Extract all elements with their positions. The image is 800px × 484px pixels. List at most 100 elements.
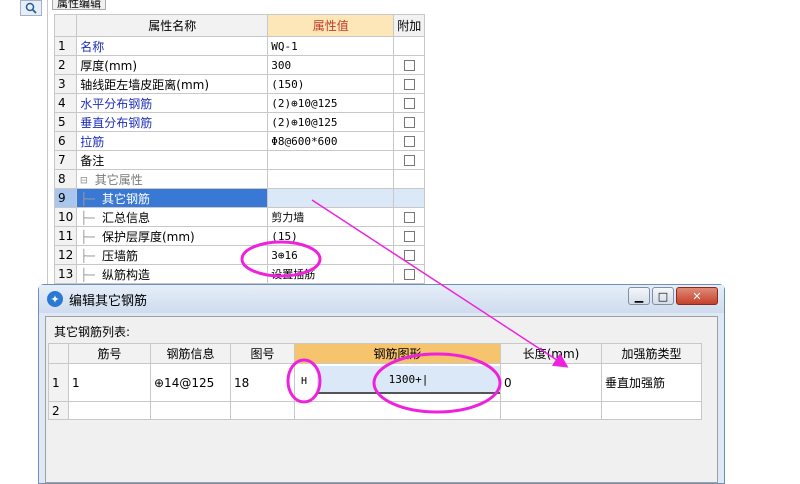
property-value-cell[interactable]: (2)⊕10@125	[267, 112, 395, 132]
row-number: 11	[53, 226, 78, 246]
table-row[interactable]: 6 拉筋 Φ8@600*600	[53, 131, 426, 151]
figure-no-cell[interactable]	[230, 401, 295, 420]
rebar-shape-cell[interactable]	[294, 401, 501, 420]
minimize-button[interactable]: ▁	[628, 287, 650, 305]
row-number: 8	[53, 169, 78, 189]
col-length: 长度(mm)	[500, 343, 602, 364]
rebar-table: 筋号 钢筋信息 图号 钢筋图形 长度(mm) 加强筋类型 1 1 ⊕14@125…	[48, 343, 702, 420]
extra-checkbox[interactable]	[403, 212, 415, 223]
col-rebar-info: 钢筋信息	[150, 343, 231, 364]
length-cell[interactable]	[500, 401, 602, 420]
figure-no-cell[interactable]: 18	[230, 363, 295, 402]
maximize-button[interactable]: □	[652, 287, 674, 305]
property-table: 属性名称 属性值 附加 1 名称 WQ-1 2 厚度(mm) 300 3 轴线距左墙皮距…	[53, 14, 426, 284]
property-name: 垂直分布钢筋	[80, 115, 153, 130]
extra-checkbox[interactable]	[403, 79, 415, 90]
property-name: 拉筋	[80, 134, 105, 149]
rebar-info-cell[interactable]	[150, 401, 231, 420]
property-value-cell[interactable]: 3⊕16	[267, 245, 395, 265]
extra-cell	[393, 36, 426, 56]
table-row[interactable]: 7 备注	[53, 150, 426, 170]
property-name-cell[interactable]: ⊟ 其它属性	[76, 169, 269, 189]
tree-line-icon: ├─	[80, 229, 102, 244]
row-number: 6	[53, 131, 78, 151]
row-number: 4	[53, 93, 78, 113]
property-value-cell[interactable]	[267, 169, 395, 189]
extra-cell	[393, 226, 426, 246]
search-button[interactable]	[20, 0, 42, 16]
property-name-cell[interactable]: 备注	[76, 150, 269, 170]
property-name-cell[interactable]: ├─ 其它钢筋	[76, 188, 269, 208]
dialog-titlebar[interactable]: ✦ 编辑其它钢筋 ▁ □ ✕	[39, 285, 724, 313]
table-row[interactable]: 12 ├─ 压墙筋 3⊕16	[53, 245, 426, 265]
table-row[interactable]: 2	[48, 401, 702, 420]
type-cell[interactable]: 垂直加强筋	[601, 363, 702, 402]
table-row[interactable]: 5 垂直分布钢筋 (2)⊕10@125	[53, 112, 426, 132]
extra-checkbox[interactable]	[403, 136, 415, 147]
property-value-cell[interactable]: (15)	[267, 226, 395, 246]
extra-cell	[393, 131, 426, 151]
table-row[interactable]: 1 名称 WQ-1	[53, 36, 426, 56]
property-name-cell[interactable]: 拉筋	[76, 131, 269, 151]
row-number: 3	[53, 74, 78, 94]
close-button[interactable]: ✕	[676, 287, 718, 305]
header-num	[53, 14, 78, 37]
property-value-cell[interactable]: (150)	[267, 74, 395, 94]
property-value-cell[interactable]: Φ8@600*600	[267, 131, 395, 151]
extra-checkbox[interactable]	[403, 231, 415, 242]
property-value-cell[interactable]: 300	[267, 55, 395, 75]
property-value-cell[interactable]	[267, 188, 395, 208]
table-row[interactable]: 13 ├─ 纵筋构造 设置插筋	[53, 264, 426, 284]
property-value-cell[interactable]: WQ-1	[267, 36, 395, 56]
type-cell[interactable]	[601, 401, 702, 420]
property-value-cell[interactable]	[267, 150, 395, 170]
extra-checkbox[interactable]	[403, 98, 415, 109]
bar-no-cell[interactable]	[68, 401, 151, 420]
table-row[interactable]: 4 水平分布钢筋 (2)⊕10@125	[53, 93, 426, 113]
length-cell[interactable]: 0	[500, 363, 602, 402]
property-name-cell[interactable]: 垂直分布钢筋	[76, 112, 269, 132]
extra-checkbox[interactable]	[403, 155, 415, 166]
property-name-cell[interactable]: ├─ 汇总信息	[76, 207, 269, 227]
bar-no-cell[interactable]: 1	[68, 363, 151, 402]
col-bar-no: 筋号	[68, 343, 151, 364]
extra-checkbox[interactable]	[403, 269, 415, 280]
property-value-cell[interactable]: 剪力墙	[267, 207, 395, 227]
extra-cell	[393, 188, 426, 208]
tab-property-edit[interactable]: 属性编辑	[52, 0, 106, 10]
shape-input[interactable]: 1300+|	[317, 366, 500, 394]
property-name-cell[interactable]: ├─ 压墙筋	[76, 245, 269, 265]
col-num	[48, 343, 69, 364]
extra-cell	[393, 112, 426, 132]
table-row[interactable]: 3 轴线距左墙皮距离(mm) (150)	[53, 74, 426, 94]
table-row[interactable]: 2 厚度(mm) 300	[53, 55, 426, 75]
property-name-cell[interactable]: 水平分布钢筋	[76, 93, 269, 113]
property-name-cell[interactable]: 轴线距左墙皮距离(mm)	[76, 74, 269, 94]
tree-line-icon: ├─	[80, 191, 102, 206]
extra-checkbox[interactable]	[403, 250, 415, 261]
extra-cell	[393, 93, 426, 113]
collapse-icon[interactable]: ⊟	[80, 173, 94, 187]
edit-other-rebar-dialog: ✦ 编辑其它钢筋 ▁ □ ✕ 其它钢筋列表: 筋号 钢筋信息 图号 钢筋图形 长…	[38, 284, 725, 484]
rebar-info-cell[interactable]: ⊕14@125	[150, 363, 231, 402]
property-value-cell[interactable]: 设置插筋	[267, 264, 395, 284]
property-name-cell[interactable]: 名称	[76, 36, 269, 56]
table-row[interactable]: 8 ⊟ 其它属性	[53, 169, 426, 189]
table-row[interactable]: 1 1 ⊕14@125 18 H 1300+| 0 垂直加强筋	[48, 363, 702, 402]
extra-cell	[393, 150, 426, 170]
close-icon: ✕	[692, 289, 702, 303]
table-row[interactable]: 11 ├─ 保护层厚度(mm) (15)	[53, 226, 426, 246]
property-name-cell[interactable]: ├─ 保护层厚度(mm)	[76, 226, 269, 246]
tree-line-icon: ├─	[80, 267, 102, 282]
property-name-cell[interactable]: ├─ 纵筋构造	[76, 264, 269, 284]
extra-checkbox[interactable]	[403, 60, 415, 71]
property-name: 其它属性	[94, 172, 143, 187]
property-name-cell[interactable]: 厚度(mm)	[76, 55, 269, 75]
extra-checkbox[interactable]	[403, 117, 415, 128]
property-value-cell[interactable]: (2)⊕10@125	[267, 93, 395, 113]
row-number: 5	[53, 112, 78, 132]
table-row[interactable]: 9 ├─ 其它钢筋	[53, 188, 426, 208]
extra-cell	[393, 55, 426, 75]
table-row[interactable]: 10 ├─ 汇总信息 剪力墙	[53, 207, 426, 227]
rebar-shape-cell[interactable]: H 1300+|	[294, 363, 501, 402]
